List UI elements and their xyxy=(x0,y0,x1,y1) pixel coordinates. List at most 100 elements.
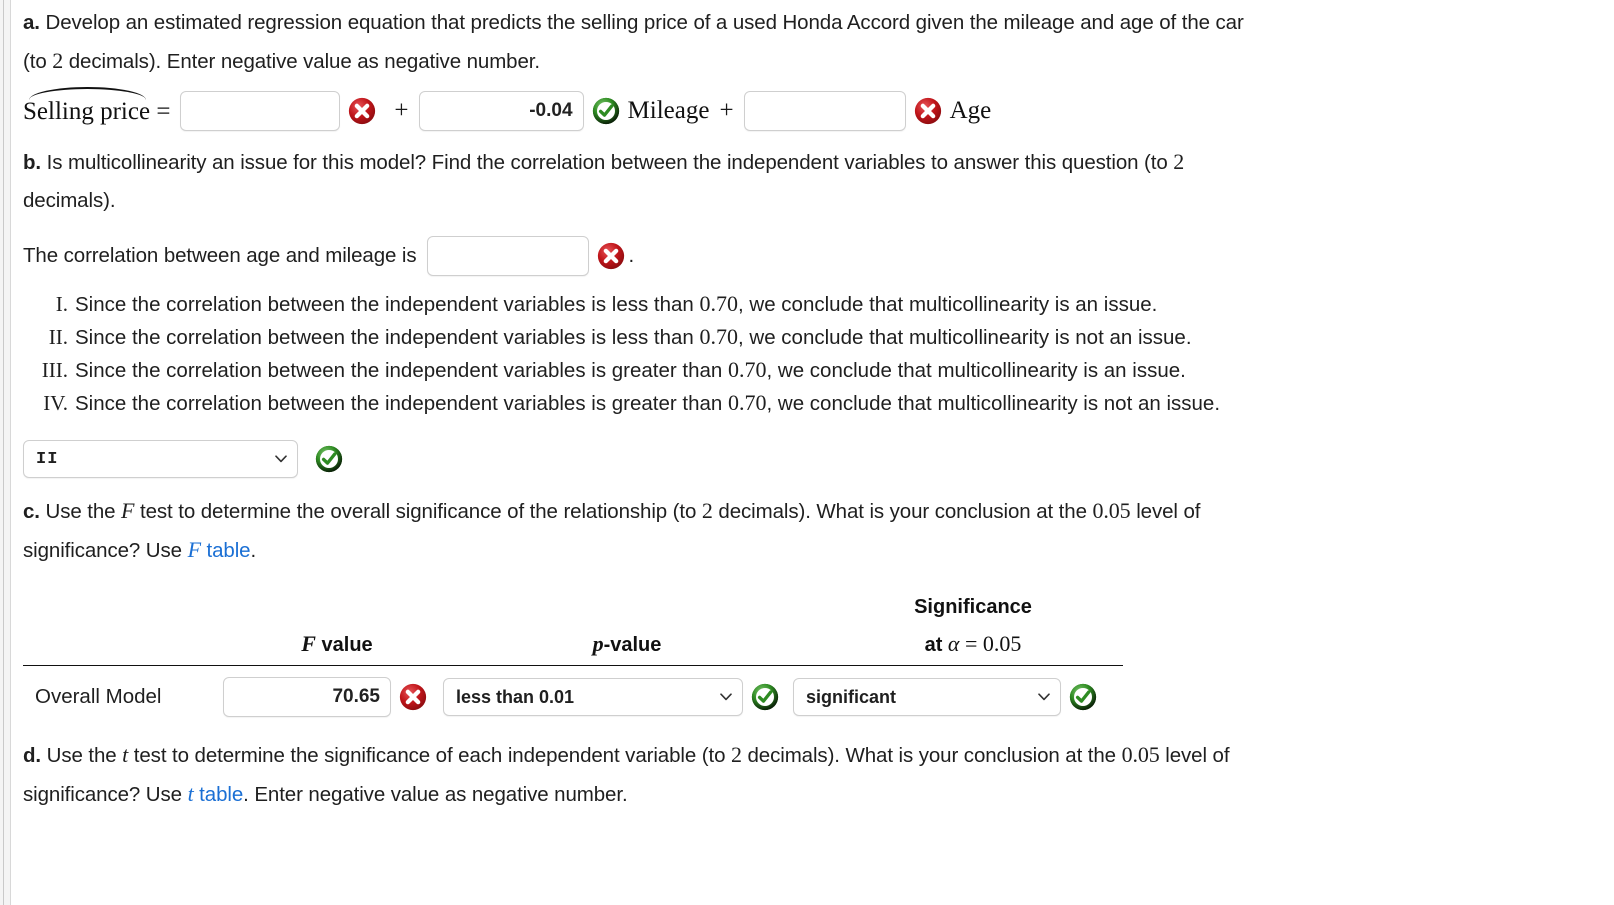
f-value-label: value xyxy=(315,634,373,656)
part-a-text-line2a: (to xyxy=(23,50,53,73)
incorrect-icon xyxy=(347,96,377,126)
plus-sign-2: + xyxy=(719,97,734,124)
part-b-text-1: Is multicollinearity an issue for this m… xyxy=(41,151,1174,174)
part-a-text-line2b: decimals). Enter negative value as negat… xyxy=(63,50,540,73)
table-header-p-value: p-value xyxy=(451,596,803,657)
list-item: IV. Since the correlation between the in… xyxy=(23,387,1600,420)
correlation-row: The correlation between age and mileage … xyxy=(23,236,1600,276)
option-text-tail: , we conclude that multicollinearity is … xyxy=(738,293,1158,316)
equation-lhs-label: Selling price xyxy=(23,98,151,125)
significance-cell: significant xyxy=(793,678,1105,716)
option-text-lead: Since the correlation between the indepe… xyxy=(75,293,700,316)
p-value-select[interactable]: less than 0.01 xyxy=(443,678,743,716)
option-text-lead: Since the correlation between the indepe… xyxy=(75,392,729,415)
correlation-prompt: The correlation between age and mileage … xyxy=(23,244,417,267)
table-header-row: F value p-value Significance at α = 0.05 xyxy=(23,596,1600,657)
option-text: Since the correlation between the indepe… xyxy=(75,387,1220,420)
option-numeral: I. xyxy=(55,292,68,316)
t-table-link[interactable]: t table xyxy=(188,781,244,806)
p-value-cell: less than 0.01 xyxy=(443,678,787,716)
alpha-symbol: α xyxy=(947,631,960,656)
question-page: a. Develop an estimated regression equat… xyxy=(0,0,1614,905)
age-coefficient-input[interactable] xyxy=(743,91,906,131)
list-item: III. Since the correlation between the i… xyxy=(23,354,1600,387)
equation-lhs: Selling price = xyxy=(23,87,171,126)
correlation-period: . xyxy=(628,244,635,267)
part-a-label: a. xyxy=(23,11,40,34)
intercept-input[interactable] xyxy=(180,91,341,131)
part-a-decimals: 2 xyxy=(52,48,64,73)
f-table-link[interactable]: F table xyxy=(187,537,251,562)
incorrect-icon xyxy=(913,96,943,126)
part-c-t6: . xyxy=(250,539,257,562)
content-area: a. Develop an estimated regression equat… xyxy=(11,0,1614,814)
f-table-label: table xyxy=(200,539,251,562)
table-row: Overall Model less than 0.01 xyxy=(23,666,1600,728)
p-value-select-wrap: less than 0.01 xyxy=(443,678,743,716)
multicollinearity-select[interactable]: II xyxy=(23,440,298,478)
significance-equals: = xyxy=(959,631,983,656)
part-d-prompt: d. Use the t test to determine the signi… xyxy=(23,736,1600,814)
option-threshold: 0.70 xyxy=(728,357,767,382)
part-c-f-symbol: F xyxy=(121,498,135,523)
multicollinearity-select-wrap: II xyxy=(23,440,298,478)
part-c-alpha-level: 0.05 xyxy=(1092,498,1131,523)
part-b-decimals: 2 xyxy=(1173,149,1185,174)
table-header-f-value: F value xyxy=(223,596,451,657)
plus-sign-1: + xyxy=(394,97,409,124)
option-select-row: II xyxy=(23,440,1600,478)
part-c-t5: significance? Use xyxy=(23,539,188,562)
part-d-t6: . Enter negative value as negative numbe… xyxy=(243,783,628,806)
option-numeral: II. xyxy=(48,325,68,349)
multicollinearity-options-list: I. Since the correlation between the ind… xyxy=(23,288,1600,420)
part-c-t2: test to determine the overall significan… xyxy=(134,500,702,523)
list-item: II. Since the correlation between the in… xyxy=(23,321,1600,354)
part-c-t3: decimals). What is your conclusion at th… xyxy=(712,500,1093,523)
part-c-prompt: c. Use the F test to determine the overa… xyxy=(23,492,1600,570)
f-value-input[interactable] xyxy=(223,677,391,717)
part-c-t1: Use the xyxy=(39,500,122,523)
mileage-coefficient-input[interactable] xyxy=(418,91,584,131)
significance-select-wrap: significant xyxy=(793,678,1061,716)
option-text-tail: , we conclude that multicollinearity is … xyxy=(766,392,1221,415)
option-threshold: 0.70 xyxy=(728,390,767,415)
part-d-t4: level of xyxy=(1159,744,1230,767)
left-scroll-rail[interactable] xyxy=(0,0,11,905)
correct-icon xyxy=(314,444,344,474)
option-text-tail: , we conclude that multicollinearity is … xyxy=(766,359,1186,382)
correlation-input[interactable] xyxy=(426,236,589,276)
part-d-t3: decimals). What is your conclusion at th… xyxy=(741,744,1122,767)
part-c-label: c. xyxy=(23,500,40,523)
age-term: Age xyxy=(949,97,992,124)
part-c-decimals: 2 xyxy=(701,498,713,523)
equals-sign: = xyxy=(156,98,171,125)
part-d-t1: Use the xyxy=(41,744,123,767)
part-a-text-line1: Develop an estimated regression equation… xyxy=(39,11,1244,34)
part-a-prompt: a. Develop an estimated regression equat… xyxy=(23,4,1600,81)
option-threshold: 0.70 xyxy=(699,291,739,316)
option-numeral: III. xyxy=(41,358,68,382)
correct-icon xyxy=(1068,682,1098,712)
option-threshold: 0.70 xyxy=(699,324,739,349)
significance-at: at xyxy=(924,634,948,656)
option-text-lead: Since the correlation between the indepe… xyxy=(75,359,729,382)
correct-icon xyxy=(591,96,621,126)
mileage-term: Mileage xyxy=(627,97,710,124)
incorrect-icon xyxy=(596,241,626,271)
option-text-tail: , we conclude that multicollinearity is … xyxy=(738,326,1192,349)
p-value-symbol: p xyxy=(592,631,604,656)
part-b-text-2: decimals). xyxy=(23,189,116,212)
incorrect-icon xyxy=(398,682,428,712)
hat-accent-icon xyxy=(29,87,147,100)
regression-equation-row: Selling price = + -0.04 Mileage + Age xyxy=(23,87,1600,131)
part-b-label: b. xyxy=(23,151,42,174)
f-table-symbol: F xyxy=(187,537,201,562)
overall-model-table: F value p-value Significance at α = 0.05… xyxy=(23,596,1600,728)
row-label-overall-model: Overall Model xyxy=(35,685,162,708)
part-b-prompt: b. Is multicollinearity an issue for thi… xyxy=(23,143,1600,220)
part-d-alpha-level: 0.05 xyxy=(1121,742,1160,767)
list-item: I. Since the correlation between the ind… xyxy=(23,288,1600,321)
significance-select[interactable]: significant xyxy=(793,678,1061,716)
significance-line1: Significance xyxy=(914,596,1032,618)
option-text-lead: Since the correlation between the indepe… xyxy=(75,326,700,349)
